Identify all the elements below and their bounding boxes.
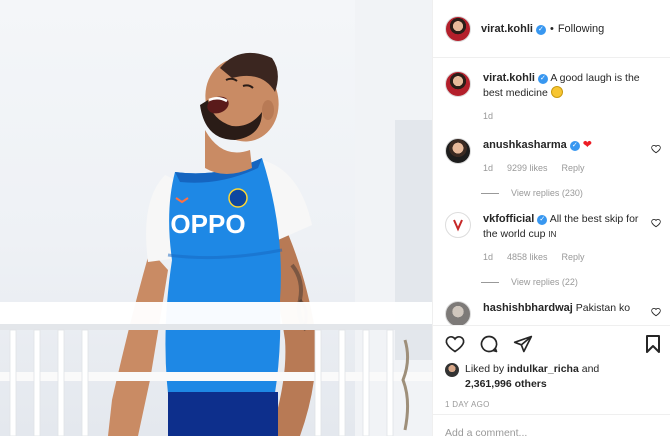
author-username[interactable]: virat.kohli [481, 23, 533, 35]
verified-badge-icon: ✓ [537, 74, 548, 84]
liker-avatar[interactable] [445, 363, 459, 377]
comments-list[interactable]: virat.kohli ✓ A good laugh is the best me… [433, 59, 670, 325]
liked-by-line: Liked by indulkar_richa and 2,361,996 ot… [445, 362, 661, 392]
action-icons-row [445, 332, 661, 356]
caption-avatar[interactable] [445, 71, 471, 97]
like-comment-heart-icon[interactable] [651, 144, 661, 154]
like-comment-heart-icon[interactable] [651, 218, 661, 228]
comment-text: Pakistan ko [575, 302, 631, 314]
comment-username[interactable]: anushkasharma [483, 139, 567, 151]
verified-badge-icon: ✓ [537, 215, 548, 225]
caption: virat.kohli ✓ A good laugh is the best me… [433, 59, 670, 124]
share-send-icon[interactable] [513, 334, 533, 354]
post-header: virat.kohli ✓ • Following [433, 0, 670, 58]
comment-age[interactable]: 1d [483, 161, 493, 176]
india-flag-emoji-icon: IN [548, 230, 557, 239]
verified-badge-icon: ✓ [569, 141, 580, 151]
replies-divider-line [481, 192, 499, 194]
caption-username[interactable]: virat.kohli [483, 72, 535, 84]
like-heart-icon[interactable] [445, 334, 465, 354]
post-photo[interactable]: OPPO [0, 0, 432, 436]
like-comment-heart-icon[interactable] [651, 307, 661, 317]
save-bookmark-icon[interactable] [645, 334, 661, 354]
commenter-avatar[interactable] [445, 138, 471, 164]
view-replies-button[interactable]: View replies (22) [481, 277, 670, 287]
jersey-text: OPPO [170, 209, 245, 239]
post-side-panel: virat.kohli ✓ • Following virat.kohli ✓ A go… [432, 0, 670, 436]
view-replies-label: View replies (22) [511, 277, 578, 287]
comment-item: vkfofficial ✓ All the best skip for the w… [433, 198, 670, 265]
view-replies-button[interactable]: View replies (230) [481, 188, 670, 198]
add-comment-input[interactable] [445, 427, 659, 436]
commenter-avatar[interactable] [445, 301, 471, 325]
post-actions: Liked by indulkar_richa and 2,361,996 ot… [433, 325, 670, 409]
caption-age[interactable]: 1d [483, 109, 493, 124]
vkf-logo-icon [453, 219, 463, 232]
photo-illustration: OPPO [0, 0, 432, 436]
comment-username[interactable]: hashishbhardwaj [483, 302, 573, 314]
replies-divider-line [481, 281, 499, 283]
author-avatar[interactable] [445, 15, 471, 42]
vkfofficial-logo-avatar[interactable] [445, 212, 471, 238]
following-button[interactable]: Following [558, 23, 604, 35]
post-time-ago[interactable]: 1 DAY AGO [445, 400, 661, 409]
liked-by-prefix: Liked by [465, 363, 505, 375]
comment-username[interactable]: vkfofficial [483, 213, 534, 225]
header-user-line: virat.kohli ✓ • Following [481, 23, 604, 35]
separator-dot: • [549, 22, 554, 35]
add-comment-bar [433, 414, 670, 436]
comment-item: hashishbhardwaj Pakistan ko [433, 287, 670, 325]
likes-count[interactable]: 2,361,996 others [465, 378, 547, 390]
grinning-emoji-icon [550, 86, 563, 98]
comment-likes[interactable]: 4858 likes [507, 250, 548, 265]
reply-button[interactable]: Reply [562, 250, 585, 265]
red-heart-emoji-icon: ❤ [582, 139, 592, 151]
liker-username[interactable]: indulkar_richa [507, 363, 579, 375]
comment-likes[interactable]: 9299 likes [507, 161, 548, 176]
verified-badge-icon: ✓ [535, 24, 546, 35]
reply-button[interactable]: Reply [562, 161, 585, 176]
comment-item: anushkasharma ✓ ❤ 1d 9299 likes Reply [433, 124, 670, 176]
comment-bubble-icon[interactable] [479, 334, 499, 354]
liked-by-and: and [581, 363, 600, 375]
view-replies-label: View replies (230) [511, 188, 583, 198]
comment-age[interactable]: 1d [483, 250, 493, 265]
